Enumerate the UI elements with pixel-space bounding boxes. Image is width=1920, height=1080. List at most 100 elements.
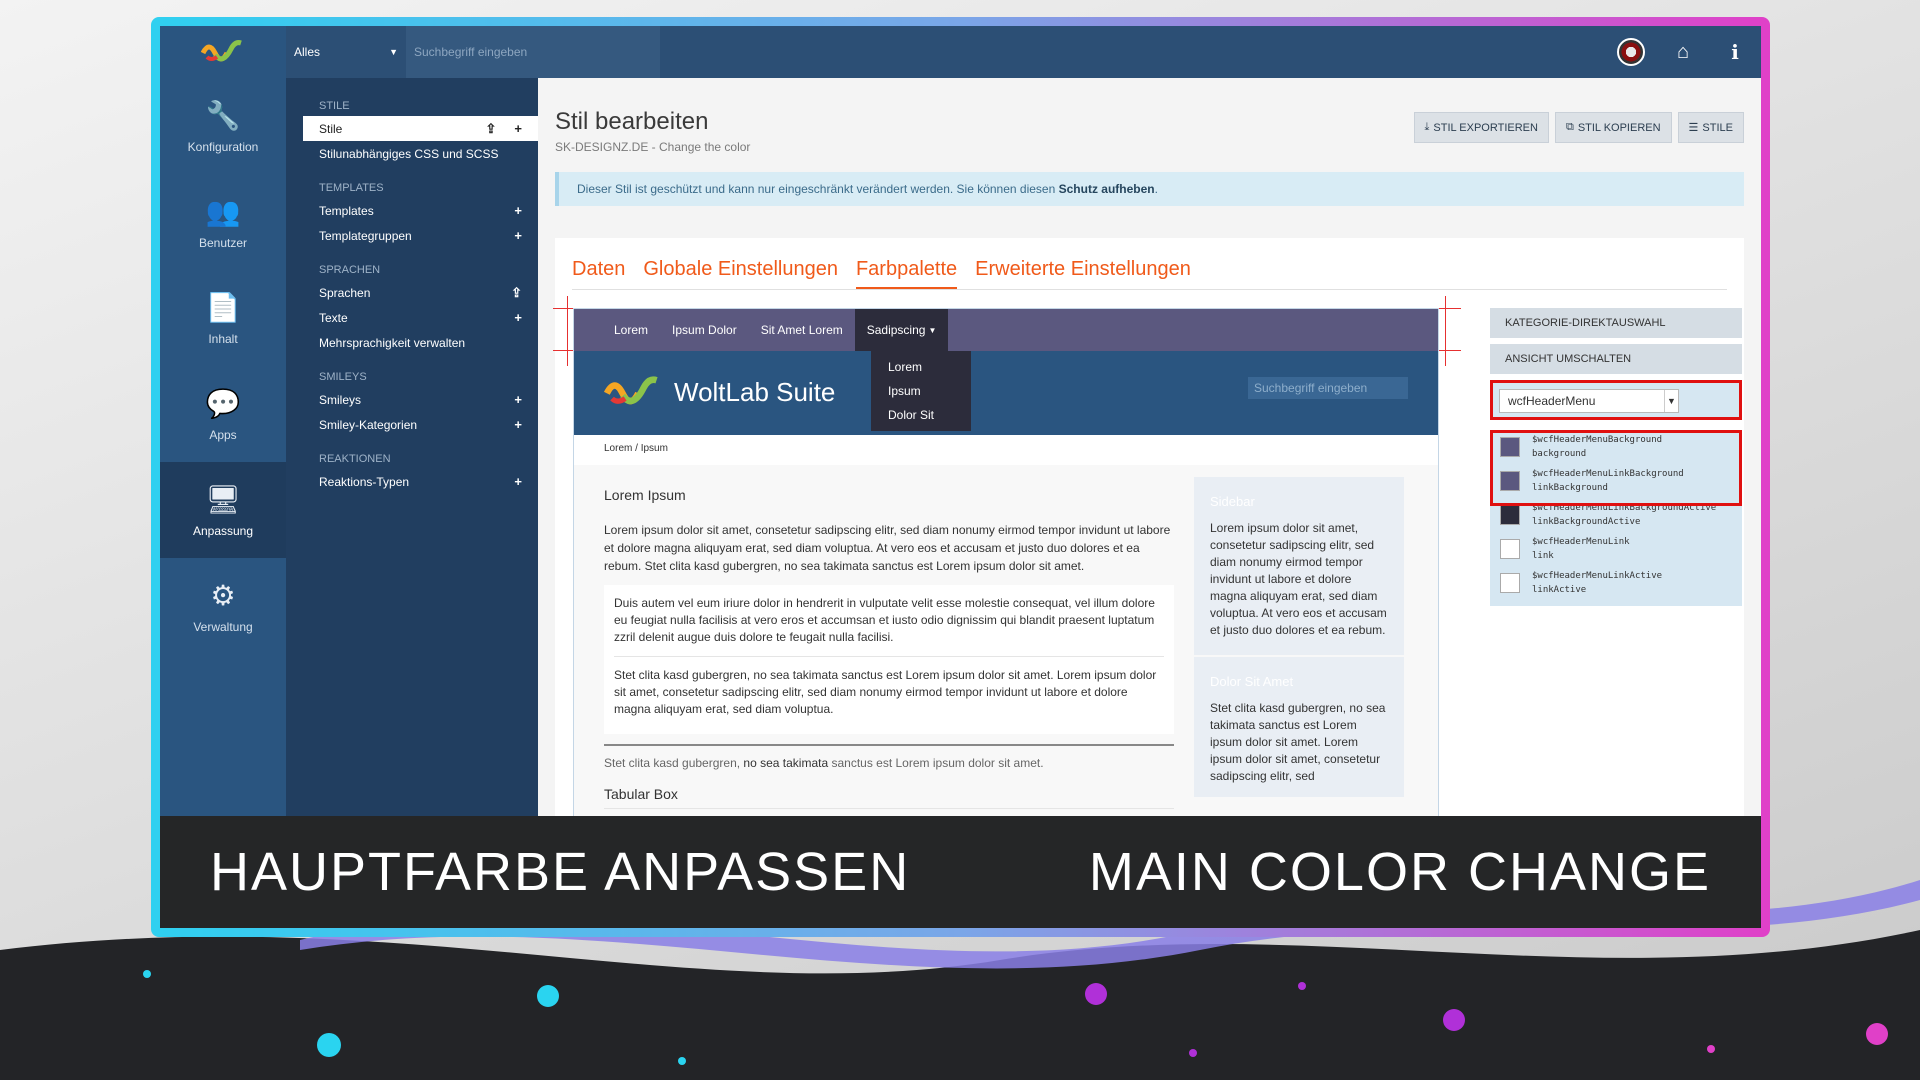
sub-item-smileys[interactable]: Smileys + [286, 387, 538, 412]
sub-category-title: TEMPLATES [319, 182, 384, 194]
search-scope-select[interactable]: Alles ▼ [286, 26, 406, 78]
sidebar-item-label: Konfiguration [187, 139, 259, 154]
plus-icon[interactable]: + [514, 121, 522, 137]
sidebar-item-verwaltung[interactable]: ⚙ Verwaltung [160, 558, 286, 654]
sub-item-label: Texte [319, 310, 348, 325]
color-swatch[interactable] [1500, 539, 1520, 559]
sub-item-mehrsprachigkeit[interactable]: Mehrsprachigkeit verwalten [286, 330, 538, 355]
sub-item-texte[interactable]: Texte + [286, 305, 538, 330]
upload-icon[interactable]: ⇪ [511, 285, 522, 301]
breadcrumb-item[interactable]: Lorem [604, 443, 632, 454]
sidebar-item-benutzer[interactable]: 👥 Benutzer [160, 174, 286, 270]
sub-item-label: Stilunabhängiges CSS und SCSS [319, 146, 499, 161]
preview-box-text: Stet clita kasd gubergren, no sea takima… [614, 656, 1164, 728]
user-menu[interactable] [1605, 26, 1657, 78]
sub-item-css[interactable]: Stilunabhängiges CSS und SCSS [286, 141, 538, 166]
search-scope-label: Alles [294, 45, 321, 59]
sub-item-sprachen[interactable]: Sprachen ⇪ [286, 280, 538, 305]
chevron-down-icon: ▼ [1664, 390, 1678, 412]
notice-text: Dieser Stil ist geschützt und kann nur e… [577, 182, 1056, 196]
style-preview: WoltLab Suite Suchbegriff eingeben Lorem… [573, 308, 1439, 828]
category-select[interactable]: wcfHeaderMenu ▼ [1499, 389, 1679, 413]
caption-banner: HAUPTFARBE ANPASSEN MAIN COLOR CHANGE [160, 816, 1761, 928]
users-icon: 👥 [205, 195, 241, 227]
preview-main-content: Lorem Ipsum Lorem ipsum dolor sit amet, … [604, 477, 1174, 809]
caption-german: HAUPTFARBE ANPASSEN [210, 842, 911, 902]
sub-item-label: Templategruppen [319, 228, 412, 243]
color-variable[interactable]: $wcfHeaderMenuLinkActive linkActive [1490, 566, 1742, 600]
preview-breadcrumb: Lorem / Ipsum [574, 435, 1438, 465]
chevron-down-icon: ▼ [928, 325, 937, 335]
remove-protection-link[interactable]: Schutz aufheben [1059, 182, 1155, 196]
upload-icon[interactable]: ⇪ [486, 121, 497, 137]
search-input[interactable]: Suchbegriff eingeben [406, 26, 660, 78]
palette-controls: KATEGORIE-DIREKTAUSWAHL ANSICHT UMSCHALT… [1490, 308, 1742, 606]
preview-menu-item[interactable]: Lorem [602, 309, 660, 351]
toggle-view-button[interactable]: ANSICHT UMSCHALTEN [1490, 344, 1742, 374]
sub-sidebar: STILE Stile ⇪ + Stilunabhängiges CSS und … [286, 78, 538, 928]
plus-icon[interactable]: + [514, 417, 522, 432]
tab-erweiterte-einstellungen[interactable]: Erweiterte Einstellungen [975, 258, 1191, 289]
preview-search-input[interactable]: Suchbegriff eingeben [1248, 377, 1408, 399]
sidebar-item-inhalt[interactable]: 📄 Inhalt [160, 270, 286, 366]
info-icon[interactable]: i [1709, 26, 1761, 78]
monitor-icon: 🖥 [205, 483, 241, 515]
preview-dropdown-item[interactable]: Ipsum [871, 379, 971, 403]
preview-menu-item[interactable]: Ipsum Dolor [660, 309, 749, 351]
sidebar-item-label: Verwaltung [193, 619, 253, 634]
button-label: STIL EXPORTIEREN [1433, 121, 1538, 134]
sub-category-title: STILE [319, 100, 350, 112]
plus-icon[interactable]: + [514, 474, 522, 489]
preview-sidebar-box: Dolor Sit Amet Stet clita kasd gubergren… [1194, 657, 1404, 797]
sidebar-item-konfiguration[interactable]: 🔧 Konfiguration [160, 78, 286, 174]
preview-sidebar-box: Sidebar Lorem ipsum dolor sit amet, cons… [1194, 477, 1404, 655]
menu-item-label: Sadipscing [866, 323, 926, 337]
sidebar-item-anpassung[interactable]: 🖥 Anpassung [160, 462, 286, 558]
color-swatch[interactable] [1500, 505, 1520, 525]
variable-short: link [1532, 551, 1554, 561]
copy-style-button[interactable]: ⧉ STIL KOPIEREN [1554, 112, 1672, 143]
plus-icon[interactable]: + [514, 228, 522, 243]
style-editor-panel: Daten Globale Einstellungen Farbpalette … [553, 238, 1744, 838]
sub-category-title: SMILEYS [319, 371, 367, 383]
plus-icon[interactable]: + [514, 203, 522, 218]
breadcrumb-item[interactable]: Ipsum [641, 443, 668, 454]
preview-menu-item[interactable]: Sit Amet Lorem [749, 309, 855, 351]
copy-icon: ⧉ [1565, 121, 1574, 133]
category-select-value: wcfHeaderMenu [1508, 394, 1596, 408]
plus-icon[interactable]: + [514, 310, 522, 325]
export-style-button[interactable]: ⤓ STIL EXPORTIEREN [1413, 112, 1549, 143]
styles-list-button[interactable]: ☰ STILE [1677, 112, 1744, 143]
preview-dropdown-item[interactable]: Lorem [871, 355, 971, 379]
sub-item-reaktions-typen[interactable]: Reaktions-Typen + [286, 469, 538, 494]
avatar [1617, 38, 1645, 66]
button-label: STIL KOPIEREN [1577, 121, 1661, 134]
home-icon[interactable]: ⌂ [1657, 26, 1709, 78]
sub-item-label: Sprachen [319, 285, 371, 300]
sub-item-smiley-kategorien[interactable]: Smiley-Kategorien + [286, 412, 538, 437]
top-bar: Alles ▼ Suchbegriff eingeben ⌂ i [160, 26, 1761, 78]
color-swatch[interactable] [1500, 573, 1520, 593]
preview-logo-text: WoltLab Suite [674, 376, 836, 407]
color-variable[interactable]: $wcfHeaderMenuLink link [1490, 532, 1742, 566]
sub-item-stile[interactable]: Stile ⇪ + [303, 116, 538, 141]
sub-item-templategruppen[interactable]: Templategruppen + [286, 223, 538, 248]
sidebar-item-apps[interactable]: 💬 Apps [160, 366, 286, 462]
category-select-button[interactable]: KATEGORIE-DIREKTAUSWAHL [1490, 308, 1742, 338]
app-logo[interactable] [160, 26, 286, 78]
protected-style-notice: Dieser Stil ist geschützt und kann nur e… [555, 172, 1744, 206]
note-text: no sea takimata [740, 756, 829, 770]
preview-body: Lorem Ipsum Lorem ipsum dolor sit amet, … [574, 465, 1438, 827]
main-content: Stil bearbeiten SK-DESIGNZ.DE - Change t… [538, 78, 1761, 928]
tab-globale-einstellungen[interactable]: Globale Einstellungen [643, 258, 838, 289]
sub-item-templates[interactable]: Templates + [286, 198, 538, 223]
sub-item-label: Reaktions-Typen [319, 474, 410, 489]
file-icon: 📄 [205, 291, 241, 323]
wrench-icon: 🔧 [205, 99, 241, 131]
preview-menu-item-active[interactable]: Sadipscing ▼ [854, 309, 949, 351]
preview-dropdown-item[interactable]: Dolor Sit [871, 403, 971, 427]
plus-icon[interactable]: + [514, 392, 522, 407]
list-icon: ☰ [1688, 122, 1699, 134]
tab-farbpalette[interactable]: Farbpalette [855, 258, 958, 289]
tab-daten[interactable]: Daten [572, 258, 625, 289]
